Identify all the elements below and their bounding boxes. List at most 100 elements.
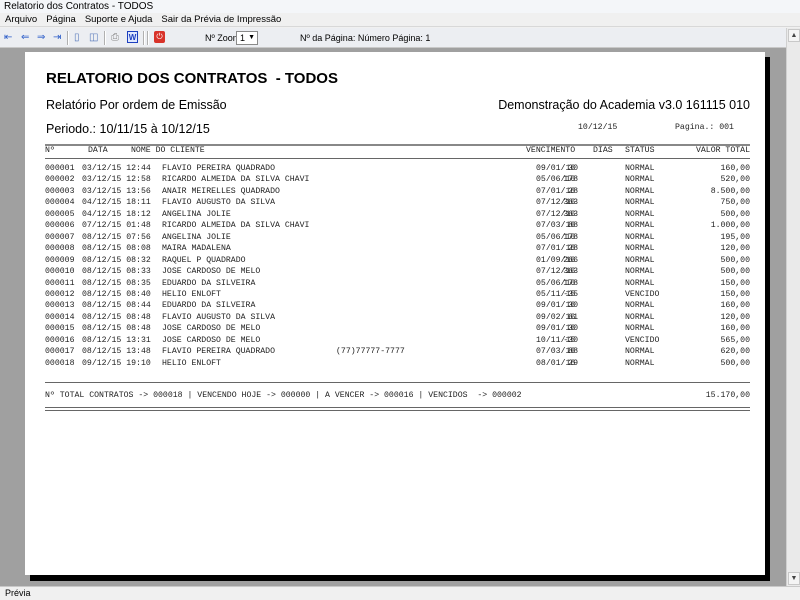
- menu-sair-previa[interactable]: Sair da Prévia de Impressão: [161, 13, 281, 26]
- cell-status: NORMAL: [625, 232, 655, 242]
- zoom-label: Nº Zoom: [205, 33, 241, 43]
- menu-pagina[interactable]: Página: [46, 13, 76, 26]
- cell-phone: (77)77777-7777: [336, 347, 405, 357]
- table-row: 000012 08/12/15 08:40 HELIO ENLOFT 05/11/15…: [45, 290, 750, 301]
- status-bar: Prévia: [0, 586, 800, 600]
- cell-num: 000015: [45, 324, 75, 334]
- header-num: Nº: [45, 146, 55, 155]
- table-row: 000017 08/12/15 13:48 FLAVIO PEREIRA QUADR…: [45, 347, 750, 358]
- print-icon[interactable]: ⎙: [111, 32, 119, 44]
- cell-datetime: 08/12/15 08:44: [82, 301, 151, 311]
- prev-page-icon[interactable]: ⇐: [21, 32, 29, 44]
- table-row: 000011 08/12/15 08:35 EDUARDO DA SILVEIRA 0…: [45, 279, 750, 290]
- cell-datetime: 08/12/15 13:48: [82, 347, 151, 357]
- report-page: RELATORIO DOS CONTRATOS - TODOS Relatóri…: [25, 52, 765, 575]
- cell-client: RICARDO ALMEIDA DA SILVA CHAVI: [162, 175, 310, 185]
- divider: [45, 158, 750, 159]
- single-page-icon[interactable]: ▯: [74, 32, 80, 44]
- cell-num: 000018: [45, 358, 75, 368]
- cell-client: ANGELINA JOLIE: [162, 209, 231, 219]
- cell-num: 000011: [45, 278, 75, 288]
- table-row: 000002 03/12/15 12:58 RICARDO ALMEIDA DA S…: [45, 175, 750, 186]
- cell-valor: 565,00: [720, 335, 750, 345]
- header-data: DATA: [88, 146, 108, 155]
- cell-datetime: 08/12/15 08:48: [82, 324, 151, 334]
- cell-valor: 520,00: [720, 175, 750, 185]
- page-info: Nº da Página: Número Página: 1: [300, 33, 431, 43]
- cell-status: VENCIDO: [625, 289, 660, 299]
- menu-suporte[interactable]: Suporte e Ajuda: [85, 13, 153, 26]
- cell-dias: 30: [568, 164, 578, 173]
- cell-dias: 61: [568, 312, 578, 322]
- cell-valor: 160,00: [720, 324, 750, 334]
- cell-dias: 178: [563, 175, 578, 185]
- report-date: 10/12/15: [578, 123, 618, 132]
- table-row: 000015 08/12/15 08:48 JOSE CARDOSO DE MELO…: [45, 324, 750, 335]
- cell-valor: 120,00: [720, 244, 750, 254]
- cell-num: 000012: [45, 289, 75, 299]
- cell-num: 000017: [45, 347, 75, 357]
- cell-status: NORMAL: [625, 198, 655, 208]
- cell-valor: 120,00: [720, 312, 750, 322]
- cell-datetime: 04/12/15 18:11: [82, 198, 151, 208]
- table-row: 000006 07/12/15 01:48 RICARDO ALMEIDA DA S…: [45, 221, 750, 232]
- cell-dias: 88: [568, 221, 578, 231]
- cell-datetime: 08/12/15 08:35: [82, 278, 151, 288]
- cell-status: NORMAL: [625, 255, 655, 265]
- cell-client: ANGELINA JOLIE: [162, 232, 231, 242]
- cell-datetime: 09/12/15 19:10: [82, 358, 151, 368]
- cell-status: NORMAL: [625, 278, 655, 288]
- last-page-icon[interactable]: ⇥: [53, 32, 61, 44]
- zoom-select[interactable]: 1 ▼: [236, 31, 258, 45]
- table-row: 000008 08/12/15 08:08 MAIRA MADALENA 07/01/…: [45, 244, 750, 255]
- table-row: 000007 08/12/15 07:56 ANGELINA JOLIE 05/06/…: [45, 233, 750, 244]
- cell-valor: 150,00: [720, 278, 750, 288]
- cell-datetime: 04/12/15 18:12: [82, 209, 151, 219]
- cell-num: 000001: [45, 164, 75, 173]
- cell-num: 000008: [45, 244, 75, 254]
- cell-client: FLAVIO PEREIRA QUADRADO: [162, 164, 276, 173]
- cell-num: 000006: [45, 221, 75, 231]
- cell-status: NORMAL: [625, 301, 655, 311]
- power-exit-icon[interactable]: ⏻: [154, 31, 165, 43]
- report-period: Periodo.: 10/11/15 à 10/12/15: [46, 122, 210, 136]
- cell-num: 000016: [45, 335, 75, 345]
- cell-dias: 178: [563, 278, 578, 288]
- cell-num: 000007: [45, 232, 75, 242]
- cell-valor: 620,00: [720, 347, 750, 357]
- window-title: Relatorio dos Contratos - TODOS: [0, 0, 800, 13]
- divider: [45, 407, 750, 408]
- grand-total: 15.170,00: [705, 391, 750, 400]
- cell-client: EDUARDO DA SILVEIRA: [162, 301, 256, 311]
- cell-dias: 363: [563, 198, 578, 208]
- cell-datetime: 08/12/15 08:08: [82, 244, 151, 254]
- vertical-scrollbar[interactable]: ▲ ▼: [786, 28, 800, 586]
- table-row: 000010 08/12/15 08:33 JOSE CARDOSO DE MELO…: [45, 267, 750, 278]
- header-dias: DIAS: [593, 146, 613, 155]
- cell-client: RICARDO ALMEIDA DA SILVA CHAVI: [162, 221, 310, 231]
- menu-arquivo[interactable]: Arquivo: [5, 13, 37, 26]
- cell-dias: 266: [563, 255, 578, 265]
- cell-status: VENCIDO: [625, 335, 660, 345]
- cell-dias: 28: [568, 244, 578, 254]
- zoom-value: 1: [240, 33, 246, 43]
- cell-status: NORMAL: [625, 347, 655, 357]
- toolbar: ⇤ ⇐ ⇒ ⇥ ▯ ◫ ⎙ W ⏻ Nº Zoom 1 ▼ Nº da Págin…: [0, 28, 800, 48]
- scroll-down-icon[interactable]: ▼: [788, 572, 800, 585]
- cell-datetime: 08/12/15 08:40: [82, 289, 151, 299]
- cell-dias: 88: [568, 347, 578, 357]
- first-page-icon[interactable]: ⇤: [4, 32, 12, 44]
- two-page-icon[interactable]: ◫: [89, 32, 98, 44]
- scroll-up-icon[interactable]: ▲: [788, 29, 800, 42]
- cell-status: NORMAL: [625, 186, 655, 196]
- separator: [67, 31, 69, 45]
- cell-valor: 500,00: [720, 358, 750, 368]
- cell-status: NORMAL: [625, 244, 655, 254]
- word-export-icon[interactable]: W: [127, 31, 138, 43]
- cell-status: NORMAL: [625, 209, 655, 219]
- cell-num: 000003: [45, 186, 75, 196]
- next-page-icon[interactable]: ⇒: [37, 32, 45, 44]
- cell-dias: 30: [568, 301, 578, 311]
- cell-valor: 150,00: [720, 289, 750, 299]
- separator: [143, 31, 145, 45]
